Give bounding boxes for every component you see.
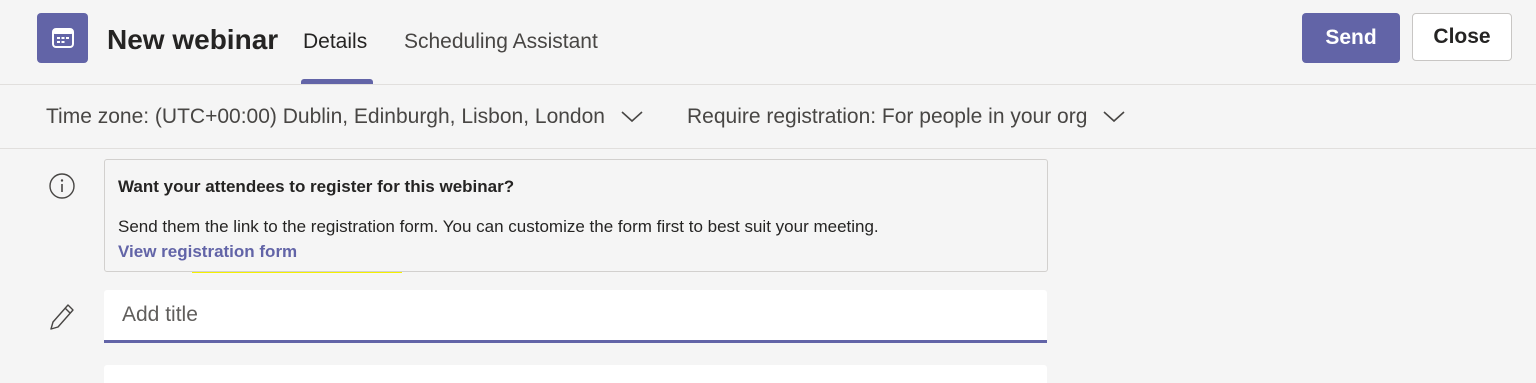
selected-tab-indicator [301, 79, 373, 84]
info-body-text: Send them the link to the registration f… [118, 217, 879, 236]
timezone-label: Time zone: (UTC+00:00) Dublin, Edinburgh… [46, 105, 605, 128]
send-button[interactable]: Send [1302, 13, 1400, 63]
info-heading: Want your attendees to register for this… [118, 177, 515, 196]
view-registration-form-link[interactable]: View registration form [118, 242, 297, 261]
header: New webinar Details Scheduling Assistant… [0, 0, 1536, 85]
timezone-dropdown[interactable]: Time zone: (UTC+00:00) Dublin, Edinburgh… [46, 105, 643, 129]
new-webinar-page: New webinar Details Scheduling Assistant… [0, 0, 1536, 383]
title-input[interactable] [104, 290, 1047, 343]
chevron-down-icon [621, 111, 643, 123]
next-field[interactable] [104, 365, 1047, 383]
page-title: New webinar [107, 24, 279, 55]
registration-dropdown[interactable]: Require registration: For people in your… [687, 105, 1125, 129]
close-button[interactable]: Close [1412, 13, 1512, 61]
registration-label: Require registration: For people in your… [687, 105, 1088, 128]
options-row: Time zone: (UTC+00:00) Dublin, Edinburgh… [0, 85, 1536, 149]
chevron-down-icon [1103, 111, 1125, 123]
calendar-icon [37, 13, 88, 63]
registration-info-box: Want your attendees to register for this… [104, 159, 1048, 272]
tab-details[interactable]: Details [303, 30, 367, 54]
info-icon [48, 172, 76, 205]
info-body: Send them the link to the registration f… [118, 214, 918, 264]
tab-scheduling-assistant[interactable]: Scheduling Assistant [404, 30, 598, 54]
pencil-icon [48, 302, 76, 337]
